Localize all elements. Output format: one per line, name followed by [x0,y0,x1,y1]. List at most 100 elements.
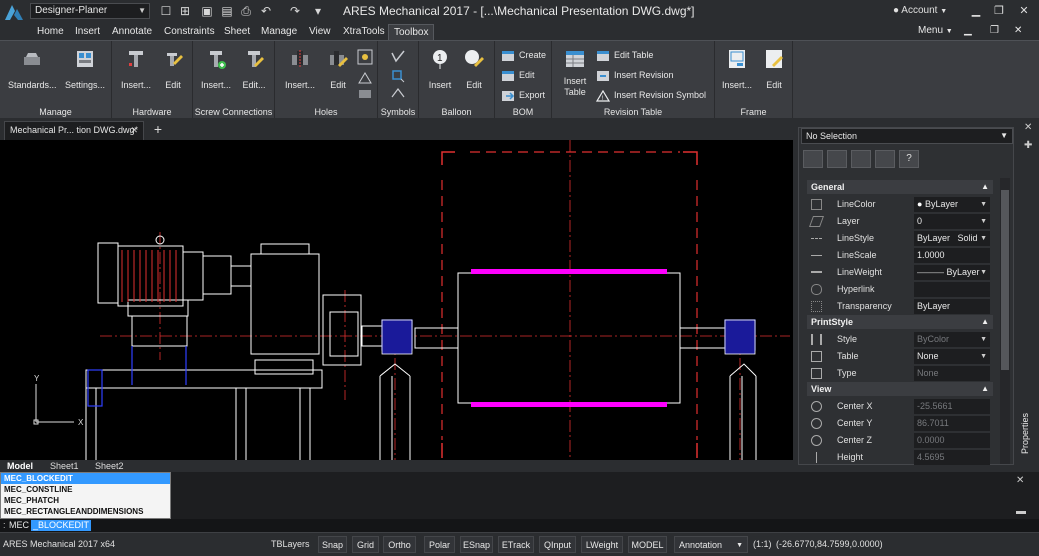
prop-row-linecolor[interactable]: LineColor ● ByLayer ▼ [807,196,993,213]
hardware-insert-button[interactable]: Insert... [118,47,154,91]
tab-manage[interactable]: Manage [256,24,302,40]
weld-symbol-icon[interactable] [390,87,406,99]
prop-value[interactable]: 86.7011 [914,416,990,431]
restore-ribbon-icon[interactable]: ❐ [990,25,999,36]
group-view[interactable]: View ▲ [807,382,993,396]
bom-export-button[interactable]: Export [501,87,545,103]
new-tab-icon[interactable]: + [150,121,166,137]
tblayers-button[interactable]: TBLayers [271,539,310,549]
tab-annotate[interactable]: Annotate [107,24,157,40]
balloon-edit-button[interactable]: Edit [459,47,489,91]
holes-edit-button[interactable]: Edit [323,47,353,91]
insert-table-button[interactable]: Insert Table [558,47,592,98]
ares-logo-icon[interactable] [3,3,25,23]
snap-toggle[interactable]: Snap [318,536,347,553]
new-icon[interactable]: ☐ [158,3,174,19]
holes-insert-button[interactable]: Insert... [281,47,319,91]
prop-value[interactable]: ByLayer [914,299,990,314]
sheet-tab-sheet1[interactable]: Sheet1 [50,460,79,472]
insert-revision-button[interactable]: Insert Revision [596,67,674,83]
autocomplete-item[interactable]: MEC_BLOCKEDIT [1,473,170,484]
prop-value[interactable]: None ▼ [914,349,990,364]
bom-edit-button[interactable]: Edit [501,67,535,83]
surface-finish-icon[interactable] [390,49,406,63]
prop-value[interactable]: 1.0000 [914,248,990,263]
settings-button[interactable]: Settings... [60,47,110,91]
open-icon[interactable]: ⊞ [177,3,193,19]
prop-row-table[interactable]: Table None ▼ [807,348,993,365]
close-tab-icon[interactable]: ✕ [130,122,138,139]
document-tab[interactable]: Mechanical Pr... tion DWG.dwg* ✕ [4,121,144,140]
prop-value[interactable]: 0 ▼ [914,214,990,229]
close-icon[interactable]: ✕ [1016,3,1032,19]
prop-row-style[interactable]: Style ByColor ▼ [807,331,993,348]
tab-constraints[interactable]: Constraints [159,24,220,40]
tab-toolbox[interactable]: Toolbox [388,24,435,40]
workspace-dropdown[interactable]: Designer-Planer ▼ [30,3,150,19]
prop-value[interactable]: ByColor ▼ [914,332,990,347]
account-button[interactable]: ● Account ▼ [893,3,947,19]
tab-home[interactable]: Home [32,24,69,40]
scrollbar-thumb[interactable] [1001,190,1009,370]
polar-toggle[interactable]: Polar [424,536,455,553]
balloon-insert-button[interactable]: 1 Insert [425,47,455,91]
command-line[interactable]: : MEC _BLOCKEDIT [0,519,1039,532]
help-icon[interactable]: ? [899,150,919,168]
autocomplete-item[interactable]: MEC_CONSTLINE [1,484,170,495]
command-input[interactable]: MEC [9,519,29,532]
bom-create-button[interactable]: Create [501,47,546,63]
screw-insert-button[interactable]: Insert... [197,47,235,91]
drawing-canvas[interactable]: Y X [0,140,793,460]
prop-row-height[interactable]: Height 4.5695 [807,449,993,466]
qinput-toggle[interactable]: QInput [539,536,576,553]
ortho-toggle[interactable]: Ortho [383,536,416,553]
prop-row-linescale[interactable]: LineScale 1.0000 [807,247,993,264]
sheet-tab-sheet2[interactable]: Sheet2 [95,460,124,472]
save-icon[interactable]: ▣ [199,3,215,19]
hardware-edit-button[interactable]: Edit [158,47,188,91]
save-as-icon[interactable]: ▤ [219,3,235,19]
hole-chart-icon[interactable] [357,69,373,85]
prop-row-linestyle[interactable]: LineStyle ByLayer Solid ▼ [807,230,993,247]
annotation-scale-dropdown[interactable]: Annotation ▼ [674,536,748,553]
etrack-toggle[interactable]: ETrack [498,536,534,553]
prop-value[interactable]: 0.0000 [914,433,990,448]
redo-icon[interactable]: ↷ [287,3,303,19]
datum-icon[interactable] [390,69,406,83]
hole-settings-icon[interactable] [357,88,373,100]
model-toggle[interactable]: MODEL [628,536,667,553]
tab-insert[interactable]: Insert [70,24,105,40]
filter-icon[interactable] [875,150,895,168]
tab-view[interactable]: View [304,24,336,40]
prop-value[interactable]: None [914,366,990,381]
select-objects-icon[interactable] [827,150,847,168]
autocomplete-item[interactable]: MEC_PHATCH [1,495,170,506]
standards-button[interactable]: Standards... [8,47,57,91]
prop-value[interactable]: -25.5661 [914,399,990,414]
insert-revision-symbol-button[interactable]: ! Insert Revision Symbol [596,87,706,103]
lweight-toggle[interactable]: LWeight [581,536,623,553]
toggle-pickadd-icon[interactable] [851,150,871,168]
group-general[interactable]: General ▲ [807,180,993,194]
tab-xtratools[interactable]: XtraTools [338,24,390,40]
properties-scrollbar[interactable] [1000,178,1010,464]
prop-value[interactable]: ByLayer Solid ▼ [914,231,990,246]
edit-table-button[interactable]: Edit Table [596,47,653,63]
print-icon[interactable]: ⎙ [238,3,254,19]
frame-insert-button[interactable]: Insert... [719,47,755,91]
grid-toggle[interactable]: Grid [352,536,379,553]
group-printstyle[interactable]: PrintStyle ▲ [807,315,993,329]
close-drawing-icon[interactable]: ✕ [1014,25,1022,36]
quick-select-icon[interactable] [803,150,823,168]
frame-edit-button[interactable]: Edit [759,47,789,91]
scale-readout[interactable]: (1:1) [753,539,772,549]
pin-icon[interactable]: ✚ [1024,140,1032,151]
prop-value[interactable] [914,282,990,297]
prop-row-center-z[interactable]: Center Z 0.0000 [807,432,993,449]
prop-row-center-x[interactable]: Center X -25.5661 [807,398,993,415]
autocomplete-item[interactable]: MEC_RECTANGLEANDDIMENSIONS [1,506,170,517]
prop-row-center-y[interactable]: Center Y 86.7011 [807,415,993,432]
sheet-tab-model[interactable]: Model [7,460,33,472]
minimize-icon[interactable]: ▁ [968,3,984,19]
properties-side-label[interactable]: Properties [1020,404,1034,454]
